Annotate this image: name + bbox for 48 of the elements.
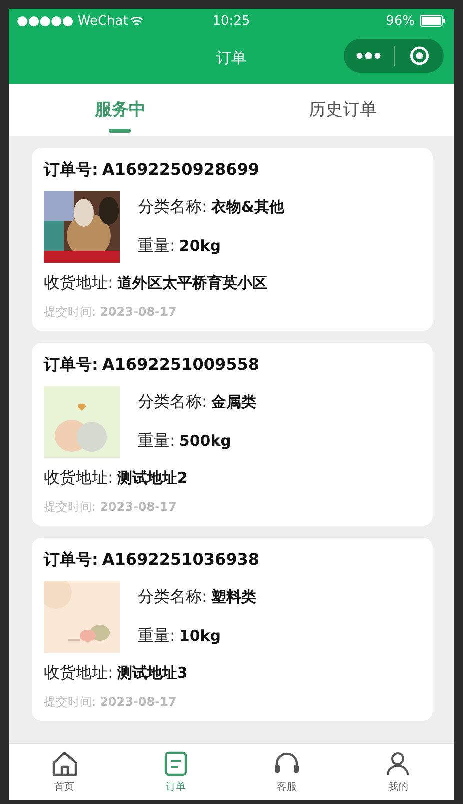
field-label: 分类名称: [138,587,208,608]
date-value: 2023-08-17 [100,305,177,319]
order-label: 订单号: [44,355,98,376]
order-number: A1692251009558 [102,355,260,374]
wifi-icon [130,16,144,26]
order-label: 订单号: [44,550,98,571]
category-value: 塑料类 [211,588,256,607]
tab-bar-item[interactable]: 客服 [232,744,343,800]
order-card[interactable]: 订单号: A1692251036938 分类名称: 塑料类 重量: 10kg 收货地址: 测试地址3 提交时间: 2023-08-17 [32,538,433,721]
order-number: A1692250928699 [102,160,260,179]
weight-value: 10kg [179,627,221,645]
field-label: 分类名称: [138,197,208,218]
order-card[interactable]: 订单号: A1692250928699 分类名称: 衣物&其他 重量: 20kg 收货地址: 道外区太平桥育英小区 提交时间: 2023-08-17 [32,148,433,331]
field-label: 提交时间: [44,499,96,516]
order-number: A1692251036938 [102,550,260,569]
tab-bar-item[interactable]: 我的 [342,744,454,800]
tab-bar-item[interactable]: 订单 [120,744,232,800]
address-value: 测试地址3 [117,664,188,683]
weight-value: 500kg [179,432,232,450]
field-label: 提交时间: [44,304,96,321]
user-icon [385,750,412,776]
field-label: 重量: [138,626,176,647]
field-label: 分类名称: [138,392,208,413]
tab[interactable]: 历史订单 [232,84,454,136]
address-value: 道外区太平桥育英小区 [117,274,268,293]
field-label: 收货地址: [44,273,114,294]
address-value: 测试地址2 [117,469,188,488]
tab[interactable]: 服务中 [9,84,232,136]
battery-icon [420,15,446,27]
field-label: 提交时间: [44,694,96,711]
order-card[interactable]: 订单号: A1692251009558 分类名称: 金属类 重量: 500kg 收货地址: 测试地址2 提交时间: 2023-08-17 [32,343,433,526]
category-value: 金属类 [211,393,256,412]
field-label: 收货地址: [44,663,114,684]
page-title: 订单 [216,49,246,68]
tab-bar-item[interactable]: 首页 [9,744,120,800]
order-label: 订单号: [44,160,98,181]
battery-text: 96% [386,14,415,28]
date-value: 2023-08-17 [100,695,177,709]
carrier-text: ●●●●● WeChat [17,14,128,28]
field-label: 收货地址: [44,468,114,489]
category-value: 衣物&其他 [211,198,284,217]
clock-text: 10:25 [212,14,250,28]
field-label: 重量: [138,236,176,257]
weight-value: 20kg [179,237,221,255]
document-icon [164,750,188,776]
home-icon [50,750,79,776]
field-label: 重量: [138,431,176,452]
date-value: 2023-08-17 [100,500,177,514]
